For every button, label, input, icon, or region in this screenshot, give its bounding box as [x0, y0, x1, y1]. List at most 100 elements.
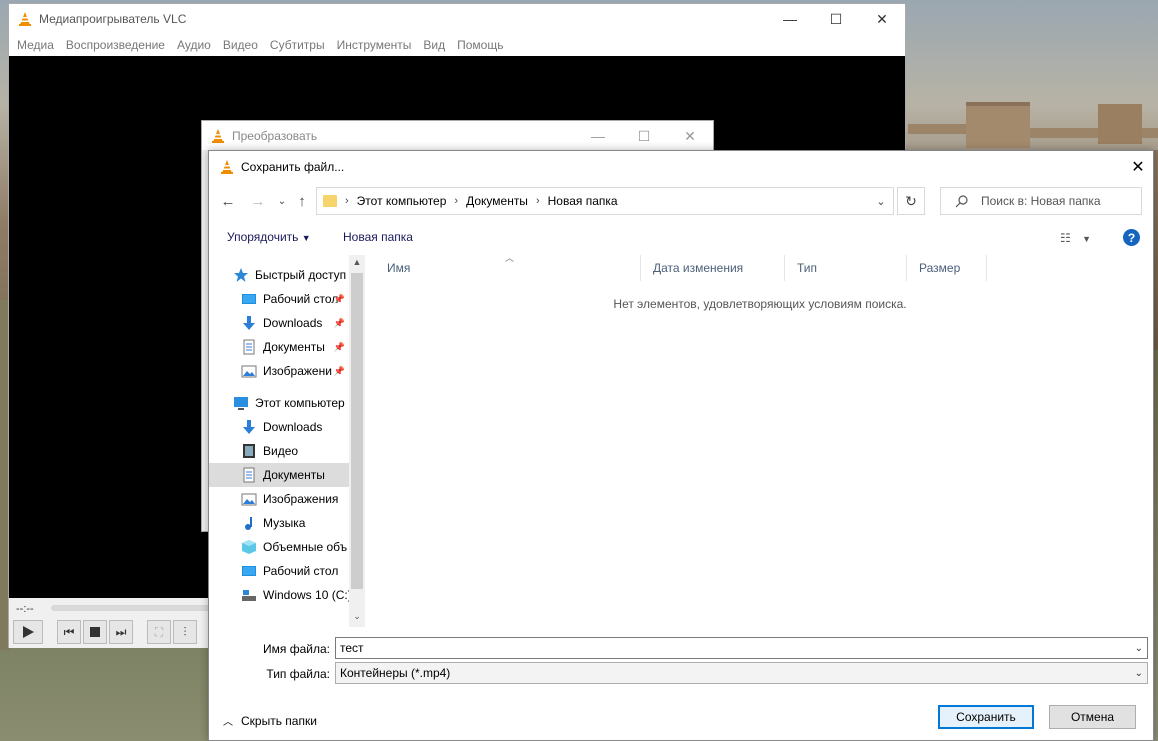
menu-playback[interactable]: Воспроизведение — [60, 38, 171, 52]
stop-icon — [90, 627, 100, 637]
nav-item[interactable]: Быстрый доступ — [209, 263, 349, 287]
column-name[interactable]: Имя — [375, 255, 641, 281]
previous-button[interactable]: ⏮ — [57, 620, 81, 644]
download-icon — [243, 420, 255, 434]
address-dropdown-button[interactable]: ⌄ — [869, 188, 893, 214]
view-options-button[interactable]: ☷ ▼ — [1060, 231, 1096, 245]
forward-button[interactable]: → — [247, 190, 269, 212]
close-button[interactable]: ✕ — [1123, 151, 1153, 182]
convert-title: Преобразовать — [232, 128, 318, 143]
refresh-icon: ↻ — [905, 192, 917, 209]
column-type[interactable]: Тип — [785, 255, 907, 281]
new-folder-button[interactable]: Новая папка — [343, 230, 413, 244]
folder-icon — [323, 195, 337, 207]
save-dialog-title: Сохранить файл... — [241, 159, 345, 174]
nav-item[interactable]: Документы — [209, 463, 349, 487]
filename-label: Имя файла: — [263, 642, 330, 656]
menu-media[interactable]: Медиа — [11, 38, 60, 52]
column-size[interactable]: Размер — [907, 255, 987, 281]
extended-settings-button[interactable]: ⫶ — [173, 620, 197, 644]
minimize-button[interactable]: — — [575, 121, 621, 151]
nav-item[interactable]: Downloads 📌 — [209, 311, 349, 335]
breadcrumb-this-pc[interactable]: Этот компьютер — [357, 194, 447, 208]
breadcrumb-documents[interactable]: Документы — [466, 194, 528, 208]
breadcrumb-new-folder[interactable]: Новая папка — [548, 194, 618, 208]
chevron-down-icon[interactable]: ⌄ — [1135, 643, 1143, 654]
address-bar[interactable]: › Этот компьютер › Документы › Новая пап… — [316, 187, 894, 215]
nav-item[interactable]: Музыка — [209, 511, 349, 535]
menu-subtitles[interactable]: Субтитры — [264, 38, 331, 52]
up-button[interactable]: ↑ — [291, 190, 313, 212]
search-box[interactable]: Поиск в: Новая папка — [940, 187, 1142, 215]
nav-item[interactable]: Изображения — [209, 487, 349, 511]
nav-item[interactable]: Рабочий стол 📌 — [209, 287, 349, 311]
nav-scrollbar[interactable]: ▲ ⌄ — [349, 255, 365, 627]
seek-slider[interactable] — [51, 605, 211, 611]
scrollbar-thumb[interactable] — [351, 273, 363, 589]
filename-value: тест — [340, 641, 364, 655]
menu-audio[interactable]: Аудио — [171, 38, 217, 52]
back-button[interactable]: ← — [217, 190, 239, 212]
vlc-menubar: Медиа Воспроизведение Аудио Видео Субтит… — [9, 34, 905, 56]
nav-item[interactable]: Downloads — [209, 415, 349, 439]
filetype-label: Тип файла: — [266, 667, 330, 681]
fullscreen-button[interactable]: ⛶ — [147, 620, 171, 644]
save-button[interactable]: Сохранить — [938, 705, 1034, 729]
minimize-button[interactable]: — — [767, 4, 813, 34]
music-icon — [245, 517, 252, 530]
navigation-bar: ← → ⌄ ↑ › Этот компьютер › Документы › Н… — [209, 186, 1153, 218]
nav-item[interactable]: Документы 📌 — [209, 335, 349, 359]
vlc-titlebar: Медиапроигрыватель VLC — ☐ ✕ — [9, 4, 905, 34]
document-icon — [243, 339, 255, 355]
desktop-icon — [242, 294, 256, 304]
filetype-select[interactable]: Контейнеры (*.mp4) ⌄ — [335, 662, 1148, 684]
next-button[interactable]: ⏭ — [109, 620, 133, 644]
nav-item-label: Windows 10 (C:) — [263, 588, 349, 602]
nav-item[interactable]: Этот компьютер — [209, 391, 349, 415]
scroll-up-icon[interactable]: ▲ — [352, 257, 362, 267]
great-wall-tower — [908, 102, 1158, 148]
filename-input[interactable]: тест ⌄ — [335, 637, 1148, 659]
nav-item[interactable]: Windows 10 (C:) — [209, 583, 349, 607]
menu-video[interactable]: Видео — [217, 38, 264, 52]
menu-tools[interactable]: Инструменты — [331, 38, 418, 52]
arrow-left-icon: ← — [220, 192, 236, 210]
maximize-button[interactable]: ☐ — [621, 121, 667, 151]
scroll-down-icon[interactable]: ⌄ — [352, 611, 362, 622]
nav-item[interactable]: Видео — [209, 439, 349, 463]
nav-item-label: Документы — [263, 468, 325, 482]
maximize-button[interactable]: ☐ — [813, 4, 859, 34]
refresh-button[interactable]: ↻ — [897, 187, 925, 215]
fullscreen-icon: ⛶ — [154, 624, 164, 639]
save-titlebar: Сохранить файл... ✕ — [209, 151, 1153, 182]
next-icon: ⏭ — [115, 624, 127, 639]
filetype-value: Контейнеры (*.mp4) — [340, 666, 451, 680]
hide-folders-toggle[interactable]: ︿ Скрыть папки — [223, 713, 317, 729]
menu-view[interactable]: Вид — [417, 38, 451, 52]
menu-help[interactable]: Помощь — [451, 38, 509, 52]
nav-item[interactable]: Изображени 📌 — [209, 359, 349, 383]
pin-icon: 📌 — [333, 341, 345, 352]
play-icon — [23, 626, 34, 638]
vlc-title: Медиапроигрыватель VLC — [39, 12, 187, 26]
details-view-icon: ☷ — [1060, 231, 1071, 245]
drive-icon — [242, 590, 256, 601]
nav-item[interactable]: Рабочий стол — [209, 559, 349, 583]
nav-item-label: Downloads — [263, 316, 323, 330]
help-button[interactable]: ? — [1123, 229, 1140, 246]
search-placeholder: Поиск в: Новая папка — [981, 194, 1101, 208]
recent-locations-button[interactable]: ⌄ — [271, 190, 293, 212]
nav-item[interactable]: Объемные объ — [209, 535, 349, 559]
play-button[interactable] — [13, 620, 43, 644]
column-date-modified[interactable]: Дата изменения — [641, 255, 785, 281]
close-button[interactable]: ✕ — [859, 4, 905, 34]
desktop-icon — [242, 566, 256, 576]
organize-button[interactable]: Упорядочить ▼ — [227, 230, 311, 244]
cancel-button[interactable]: Отмена — [1049, 705, 1136, 729]
arrow-right-icon: → — [250, 192, 266, 210]
navigation-pane: Быстрый доступ Рабочий стол 📌 Downloads 📌 Док… — [209, 255, 365, 627]
pin-icon: 📌 — [333, 317, 345, 328]
computer-icon — [234, 397, 248, 410]
close-button[interactable]: ✕ — [667, 121, 713, 151]
stop-button[interactable] — [83, 620, 107, 644]
